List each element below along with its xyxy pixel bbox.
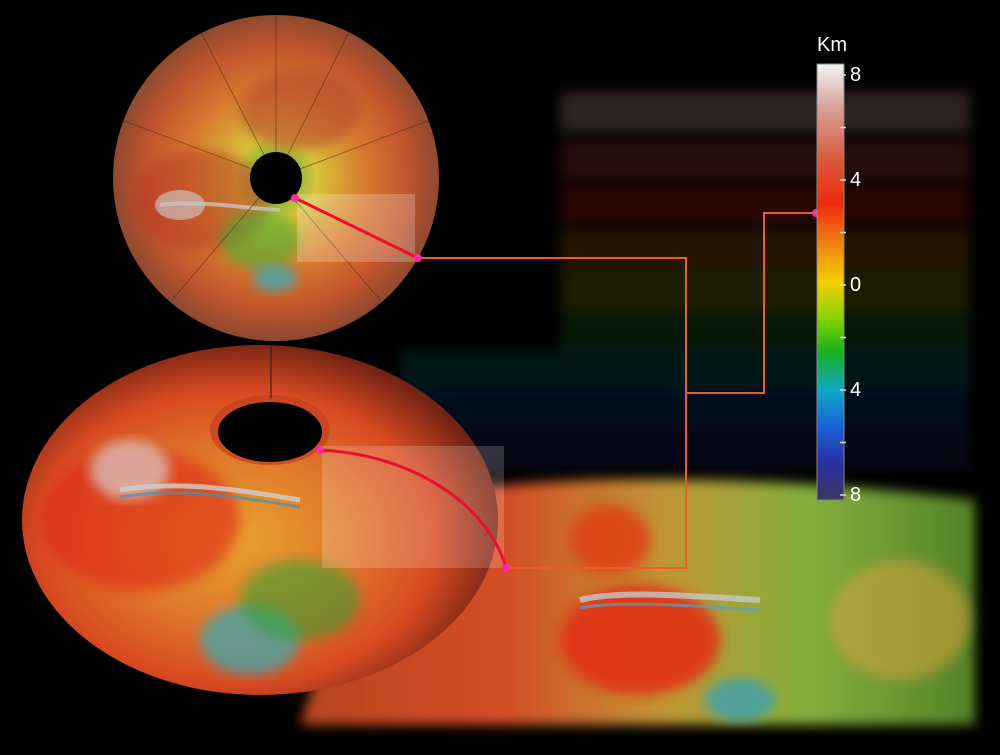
scale-tick-label: 8 — [850, 64, 862, 86]
scale-tick-label: 8 — [850, 484, 862, 506]
scale-tick-label: 4 — [850, 169, 862, 191]
figure-canvas — [22, 15, 975, 725]
elevation-scale-bar — [816, 63, 846, 501]
scale-unit-label: Km — [817, 34, 847, 56]
scale-tick-label: 0 — [850, 274, 862, 296]
scale-tick-label: 4 — [850, 379, 862, 401]
polar-disc-view — [113, 15, 439, 341]
mars-topography-figure: Km 8 4 0 4 8 — [0, 0, 1000, 750]
